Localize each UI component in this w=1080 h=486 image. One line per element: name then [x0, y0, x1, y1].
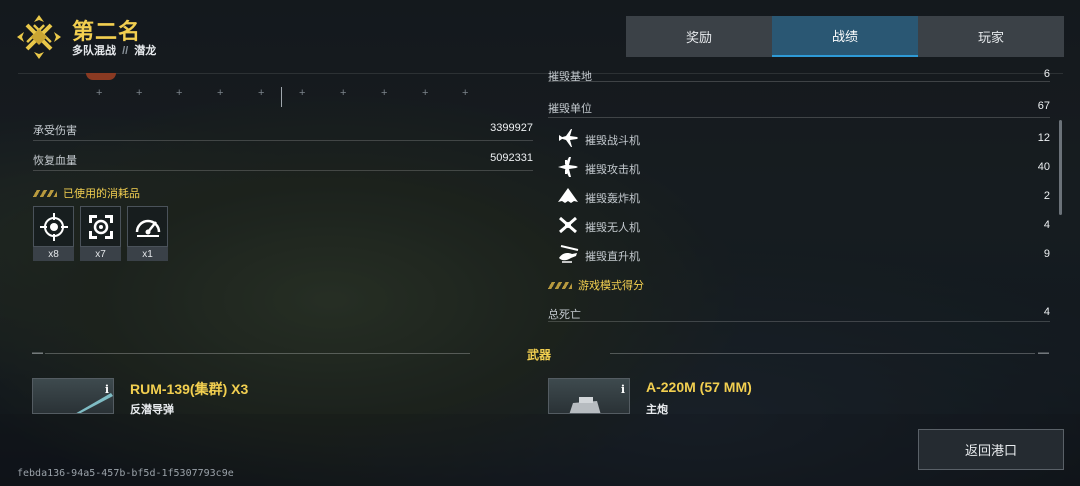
axis-tick: + [136, 87, 143, 99]
weapon-name: RUM-139(集群) X3 [130, 381, 249, 397]
unit-value: 9 [1043, 248, 1050, 260]
fighter-jet-icon [559, 129, 578, 147]
stat-hp-restored: 恢复血量 5092331 [33, 149, 533, 171]
naval-gun-icon [569, 397, 601, 413]
stripes-icon [33, 189, 57, 197]
stat-value: 5092331 [490, 152, 533, 164]
axis-tick: + [340, 87, 347, 99]
unit-row-helicopter: 摧毁直升机 9 [556, 242, 1050, 268]
weapon-thumbnail[interactable]: i [32, 378, 114, 414]
axis-tick: + [176, 87, 183, 99]
chart-remnant [86, 73, 116, 80]
consumable-item[interactable]: x8 [33, 206, 74, 261]
weapons-divider-dash: — [1038, 347, 1049, 359]
weapons-divider-dash: — [32, 347, 43, 359]
info-icon[interactable]: i [621, 383, 625, 396]
game-mode: 多队混战 [72, 45, 116, 57]
unit-label: 摧毁攻击机 [585, 164, 640, 176]
unit-value: 4 [1043, 219, 1050, 231]
weapon-thumbnail[interactable]: i [548, 378, 630, 414]
consumables-list: x8 x7 x1 [33, 206, 168, 261]
stat-label: 总死亡 [548, 309, 581, 321]
unit-row-fighter: 摧毁战斗机 12 [556, 126, 1050, 152]
consumables-heading: 已使用的消耗品 [33, 185, 140, 201]
unit-label: 摧毁无人机 [585, 222, 640, 234]
bomber-icon [558, 188, 578, 203]
timeline-axis: + + + + + + + + + + [92, 85, 482, 107]
weapon-name: A-220M (57 MM) [646, 379, 752, 395]
axis-tick: + [422, 87, 429, 99]
stat-destroyed-units: 摧毁单位 67 [548, 96, 1050, 118]
drone-icon [559, 216, 577, 234]
attack-jet-icon [558, 157, 578, 177]
repair-kit-icon [88, 214, 113, 239]
speed-gauge-icon [135, 219, 160, 237]
missile-icon [76, 393, 113, 413]
stat-label: 摧毁基地 [548, 71, 592, 83]
consumables-title: 已使用的消耗品 [63, 188, 140, 200]
stats-scrollbar[interactable] [1059, 120, 1062, 215]
stat-destroyed-bases: 摧毁基地 6 [548, 66, 1050, 83]
stat-label: 摧毁单位 [548, 103, 592, 115]
axis-tick: + [299, 87, 306, 99]
unit-row-attacker: 摧毁攻击机 40 [556, 155, 1050, 181]
axis-tick: + [462, 87, 469, 99]
tab-bar: 奖励 战绩 玩家 [626, 16, 1064, 57]
axis-tick: + [96, 87, 103, 99]
unit-label: 摧毁直升机 [585, 251, 640, 263]
unit-value: 12 [1037, 132, 1050, 144]
stat-value: 3399927 [490, 122, 533, 134]
return-to-port-button[interactable]: 返回港口 [918, 429, 1064, 470]
helicopter-icon [559, 245, 579, 263]
session-id: febda136-94a5-457b-bf5d-1f5307793c9e [17, 468, 234, 479]
unit-row-bomber: 摧毁轰炸机 2 [556, 184, 1050, 210]
tab-players[interactable]: 玩家 [918, 16, 1064, 57]
info-icon[interactable]: i [105, 383, 109, 396]
consumable-count: x7 [80, 247, 121, 261]
weapons-title: 武器 [527, 348, 552, 362]
stat-total-deaths: 总死亡 4 [548, 304, 1050, 322]
stripes-icon [548, 281, 572, 289]
axis-tick: + [217, 87, 224, 99]
consumable-count: x1 [127, 247, 168, 261]
stat-value: 67 [1037, 100, 1050, 112]
stat-value: 6 [1043, 68, 1050, 80]
tab-rewards[interactable]: 奖励 [626, 16, 772, 57]
weapons-divider-right [610, 353, 1035, 354]
axis-tick: + [258, 87, 265, 99]
stat-label: 恢复血量 [33, 155, 77, 167]
unit-value: 40 [1037, 161, 1050, 173]
axis-marker [281, 87, 282, 107]
tab-stats[interactable]: 战绩 [772, 16, 918, 57]
match-subtitle: 多队混战 // 潜龙 [72, 42, 156, 58]
target-crosshair-icon [39, 212, 68, 241]
unit-label: 摧毁战斗机 [585, 135, 640, 147]
stat-value: 4 [1043, 306, 1050, 318]
game-mode-score-title: 游戏模式得分 [578, 280, 644, 292]
unit-label: 摧毁轰炸机 [585, 193, 640, 205]
axis-tick: + [381, 87, 388, 99]
map-name: 潜龙 [134, 45, 157, 57]
subtitle-separator: // [122, 45, 129, 57]
unit-value: 2 [1043, 190, 1050, 202]
rank-emblem-icon [17, 15, 61, 59]
consumable-item[interactable]: x1 [127, 206, 168, 261]
consumable-count: x8 [33, 247, 74, 261]
stat-label: 承受伤害 [33, 125, 77, 137]
stat-damage-taken: 承受伤害 3399927 [33, 119, 533, 141]
consumable-item[interactable]: x7 [80, 206, 121, 261]
unit-row-drone: 摧毁无人机 4 [556, 213, 1050, 239]
game-mode-score-heading: 游戏模式得分 [548, 277, 644, 293]
weapons-divider-left [45, 353, 470, 354]
